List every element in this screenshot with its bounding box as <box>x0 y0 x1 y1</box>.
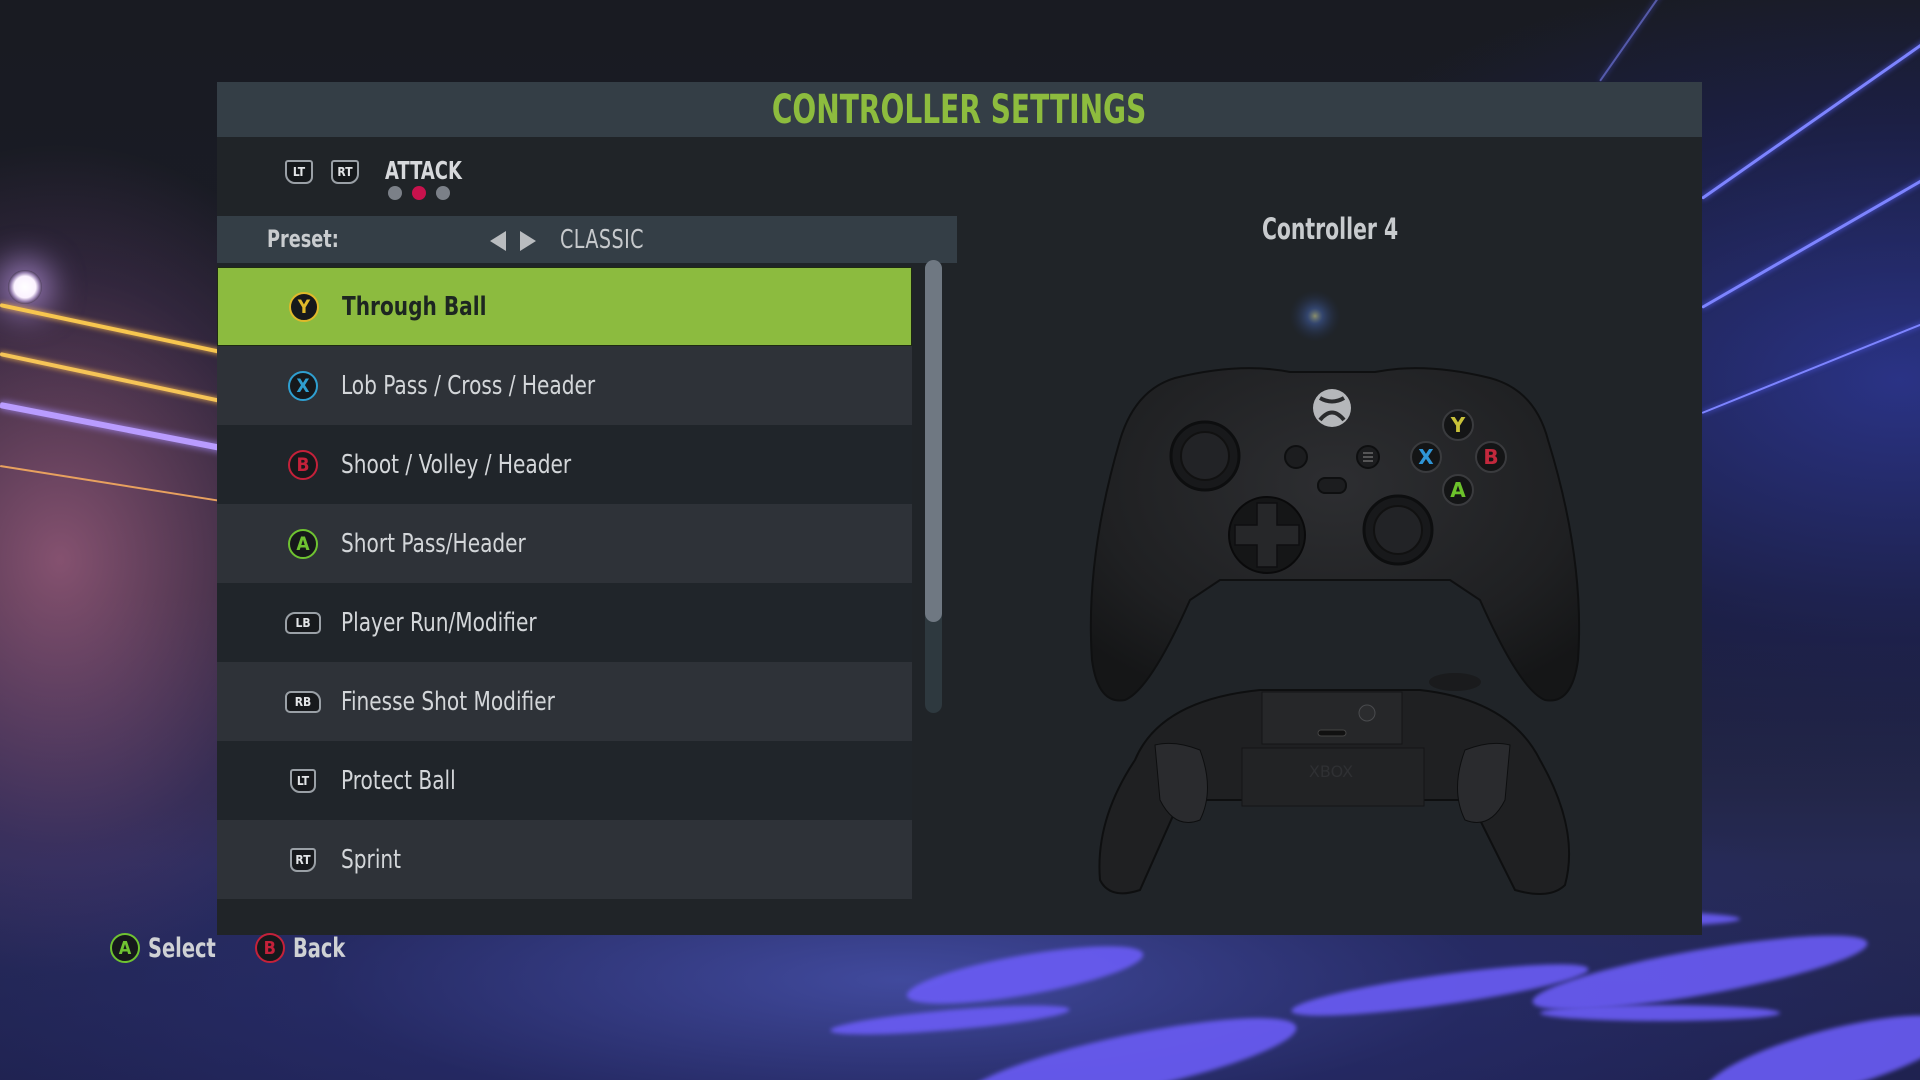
controller-illustration: XBOX YX BA <box>1089 290 1581 895</box>
view-button <box>1284 445 1308 469</box>
controller-button-letter: Y <box>1450 413 1466 437</box>
xbox-logo-icon <box>1313 389 1351 427</box>
light-glint <box>1289 290 1341 342</box>
controller-button-letter: A <box>1450 478 1466 502</box>
hint-label: Back <box>292 932 346 964</box>
hint-label: Select <box>148 932 216 964</box>
controller-button-letter: X <box>1418 445 1434 469</box>
select-hint-button[interactable]: A Select <box>110 933 233 964</box>
controller-back-view: XBOX <box>1098 673 1571 895</box>
controller-button-letter: B <box>1483 445 1498 469</box>
back-hint-button[interactable]: B Back <box>254 932 358 964</box>
b-button-icon: B <box>254 933 285 963</box>
footer-hints: A Select B Back <box>110 930 380 966</box>
a-button-icon: A <box>110 933 140 963</box>
controller-front-view: YX BA <box>1089 367 1581 702</box>
share-button <box>1317 477 1347 494</box>
xbox-back-logo: XBOX <box>1309 762 1353 781</box>
